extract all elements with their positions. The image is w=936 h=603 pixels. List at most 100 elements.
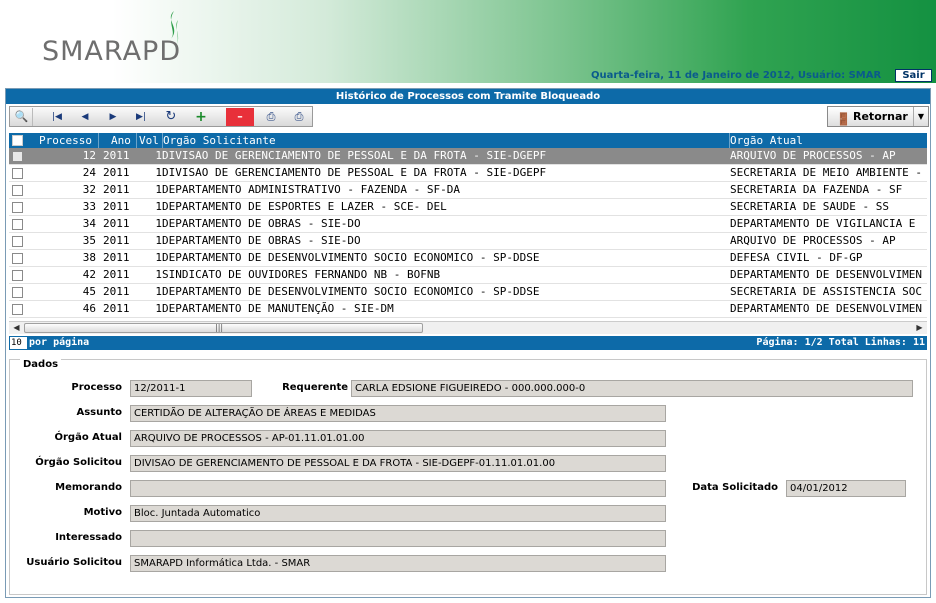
row-checkbox[interactable] bbox=[12, 202, 23, 213]
cell-ano: 2011 bbox=[103, 302, 130, 315]
motivo-field[interactable]: Bloc. Juntada Automatico bbox=[130, 505, 666, 522]
orgao-solicitou-field[interactable]: DIVISAO DE GERENCIAMENTO DE PESSOAL E DA… bbox=[130, 455, 666, 472]
table-row[interactable]: 33 2011 1 DEPARTAMENTO DE ESPORTES E LAZER … bbox=[9, 199, 927, 216]
row-checkbox[interactable] bbox=[12, 151, 23, 162]
cell-processo: 35 bbox=[82, 234, 96, 247]
table-row[interactable]: 32 2011 1 DEPARTAMENTO ADMINISTRATIVO - FAZ… bbox=[9, 182, 927, 199]
cell-orgao-atual: DEPARTAMENTO DE DESENVOLVIMEN bbox=[730, 268, 923, 281]
scroll-thumb[interactable]: ||| bbox=[24, 323, 423, 333]
col-ano[interactable]: Ano bbox=[98, 133, 131, 148]
horizontal-scrollbar[interactable]: ◀ ||| ▶ bbox=[9, 321, 927, 334]
assunto-field[interactable]: CERTIDÃO DE ALTERAÇÃO DE ÁREAS E MEDIDAS bbox=[130, 405, 666, 422]
col-orgao-atual[interactable]: Orgão Atual bbox=[729, 133, 803, 148]
scroll-right-icon[interactable]: ▶ bbox=[913, 322, 926, 334]
cell-processo: 38 bbox=[82, 251, 96, 264]
prev-page-icon[interactable]: ◀ bbox=[74, 108, 96, 126]
next-page-icon[interactable]: ▶ bbox=[102, 108, 124, 126]
row-checkbox[interactable] bbox=[12, 270, 23, 281]
cell-orgao-solicitante: DEPARTAMENTO DE OBRAS - SIE-DO bbox=[162, 234, 361, 247]
remove-icon[interactable]: – bbox=[226, 108, 254, 126]
cell-processo: 12 bbox=[82, 149, 96, 162]
row-checkbox[interactable] bbox=[12, 287, 23, 298]
cell-processo: 34 bbox=[82, 217, 96, 230]
cell-orgao-atual: SECRETARIA DA FAZENDA - SF bbox=[730, 183, 903, 196]
row-checkbox[interactable] bbox=[12, 185, 23, 196]
table-row[interactable]: 34 2011 1 DEPARTAMENTO DE OBRAS - SIE-DO DEP… bbox=[9, 216, 927, 233]
refresh-icon[interactable]: ↻ bbox=[160, 108, 182, 126]
table-row[interactable]: 42 2011 1 SINDICATO DE OUVIDORES FERNANDO N… bbox=[9, 267, 927, 284]
print-preview-icon[interactable]: ⎙ bbox=[288, 108, 310, 126]
table-row[interactable]: 24 2011 1 DIVISAO DE GERENCIAMENTO DE PESSO… bbox=[9, 165, 927, 182]
cell-orgao-atual: ARQUIVO DE PROCESSOS - AP bbox=[730, 234, 896, 247]
usuario-solicitou-label: Usuário Solicitou bbox=[26, 557, 122, 568]
cell-orgao-atual: SECRETARIA DE SAUDE - SS bbox=[730, 200, 889, 213]
memorando-field[interactable] bbox=[130, 480, 666, 497]
app-header: SMARAPD Quarta-feira, 11 de Janeiro de 2… bbox=[0, 0, 936, 83]
cell-ano: 2011 bbox=[103, 200, 130, 213]
cell-vol: 1 bbox=[155, 183, 162, 196]
cell-orgao-atual: DEPARTAMENTO DE DESENVOLVIMEN bbox=[730, 302, 923, 315]
per-page-input[interactable]: 10 bbox=[10, 337, 27, 349]
pager-bar: 10 por página Página: 1/2 Total Linhas: … bbox=[9, 336, 927, 350]
row-checkbox[interactable] bbox=[12, 236, 23, 247]
cell-vol: 1 bbox=[155, 149, 162, 162]
per-page-label: por página bbox=[29, 337, 90, 348]
cell-orgao-solicitante: DEPARTAMENTO ADMINISTRATIVO - FAZENDA - … bbox=[162, 183, 461, 196]
cell-orgao-solicitante: DEPARTAMENTO DE ESPORTES E LAZER - SCE- … bbox=[162, 200, 447, 213]
first-page-icon[interactable]: |◀ bbox=[46, 108, 68, 126]
row-checkbox[interactable] bbox=[12, 219, 23, 230]
row-checkbox[interactable] bbox=[12, 253, 23, 264]
cell-orgao-solicitante: DEPARTAMENTO DE MANUTENÇÃO - SIE-DM bbox=[162, 302, 394, 315]
cell-vol: 1 bbox=[155, 234, 162, 247]
cell-ano: 2011 bbox=[103, 234, 130, 247]
scroll-left-icon[interactable]: ◀ bbox=[10, 322, 23, 334]
cell-vol: 1 bbox=[155, 200, 162, 213]
cell-orgao-atual: SECRETARIA DE ASSISTENCIA SOC bbox=[730, 285, 923, 298]
col-vol[interactable]: Vol bbox=[136, 133, 159, 148]
return-button[interactable]: 🚪 Retornar ▼ bbox=[827, 106, 929, 127]
chevron-down-icon[interactable]: ▼ bbox=[913, 107, 928, 126]
row-checkbox[interactable] bbox=[12, 168, 23, 179]
cell-orgao-atual: ARQUIVO DE PROCESSOS - AP bbox=[730, 149, 896, 162]
search-icon[interactable]: 🔍 bbox=[11, 108, 33, 126]
print-icon[interactable]: ⎙ bbox=[260, 108, 282, 126]
cell-ano: 2011 bbox=[103, 166, 130, 179]
col-processo[interactable]: Processo bbox=[39, 133, 92, 148]
add-icon[interactable]: + bbox=[190, 108, 212, 126]
cell-vol: 1 bbox=[155, 285, 162, 298]
data-solicitado-field[interactable]: 04/01/2012 bbox=[786, 480, 906, 497]
table-row[interactable]: 35 2011 1 DEPARTAMENTO DE OBRAS - SIE-DO ARQ… bbox=[9, 233, 927, 250]
memorando-label: Memorando bbox=[55, 482, 122, 493]
logout-button[interactable]: Sair bbox=[895, 69, 932, 82]
table-row[interactable]: 46 2011 1 DEPARTAMENTO DE MANUTENÇÃO - SIE-… bbox=[9, 301, 927, 318]
usuario-solicitou-field[interactable]: SMARAPD Informática Ltda. - SMAR bbox=[130, 555, 666, 572]
orgao-atual-field[interactable]: ARQUIVO DE PROCESSOS - AP-01.11.01.01.00 bbox=[130, 430, 666, 447]
col-orgao-solicitante[interactable]: Orgão Solicitante bbox=[162, 133, 276, 148]
cell-orgao-solicitante: DEPARTAMENTO DE OBRAS - SIE-DO bbox=[162, 217, 361, 230]
cell-orgao-solicitante: DIVISAO DE GERENCIAMENTO DE PESSOAL E DA… bbox=[162, 166, 547, 179]
cell-vol: 1 bbox=[155, 166, 162, 179]
motivo-label: Motivo bbox=[83, 507, 122, 518]
interessado-field[interactable] bbox=[130, 530, 666, 547]
select-all-checkbox[interactable] bbox=[12, 135, 23, 146]
cell-orgao-atual: SECRETARIA DE MEIO AMBIENTE - bbox=[730, 166, 923, 179]
cell-processo: 32 bbox=[82, 183, 96, 196]
table-row[interactable]: 45 2011 1 DEPARTAMENTO DE DESENVOLVIMENTO S… bbox=[9, 284, 927, 301]
cell-ano: 2011 bbox=[103, 149, 130, 162]
row-checkbox[interactable] bbox=[12, 304, 23, 315]
cell-processo: 42 bbox=[82, 268, 96, 281]
cell-processo: 33 bbox=[82, 200, 96, 213]
return-label: Retornar bbox=[853, 110, 908, 123]
door-exit-icon: 🚪 bbox=[836, 112, 851, 126]
data-solicitado-label: Data Solicitado bbox=[692, 482, 778, 493]
orgao-atual-label: Órgão Atual bbox=[54, 432, 122, 443]
table-row[interactable]: 12 2011 1 DIVISAO DE GERENCIAMENTO DE PESSO… bbox=[9, 148, 927, 165]
requerente-label: Requerente bbox=[282, 382, 348, 393]
requerente-field[interactable]: CARLA EDSIONE FIGUEIREDO - 000.000.000-0 bbox=[351, 380, 913, 397]
last-page-icon[interactable]: ▶| bbox=[130, 108, 152, 126]
table-row[interactable]: 38 2011 1 DEPARTAMENTO DE DESENVOLVIMENTO S… bbox=[9, 250, 927, 267]
cell-orgao-atual: DEPARTAMENTO DE VIGILANCIA E bbox=[730, 217, 916, 230]
details-fieldset: Dados Processo 12/2011-1 Requerente CARL… bbox=[9, 359, 927, 595]
processo-field[interactable]: 12/2011-1 bbox=[130, 380, 252, 397]
page-info: Página: 1/2 Total Linhas: 11 bbox=[756, 337, 925, 348]
